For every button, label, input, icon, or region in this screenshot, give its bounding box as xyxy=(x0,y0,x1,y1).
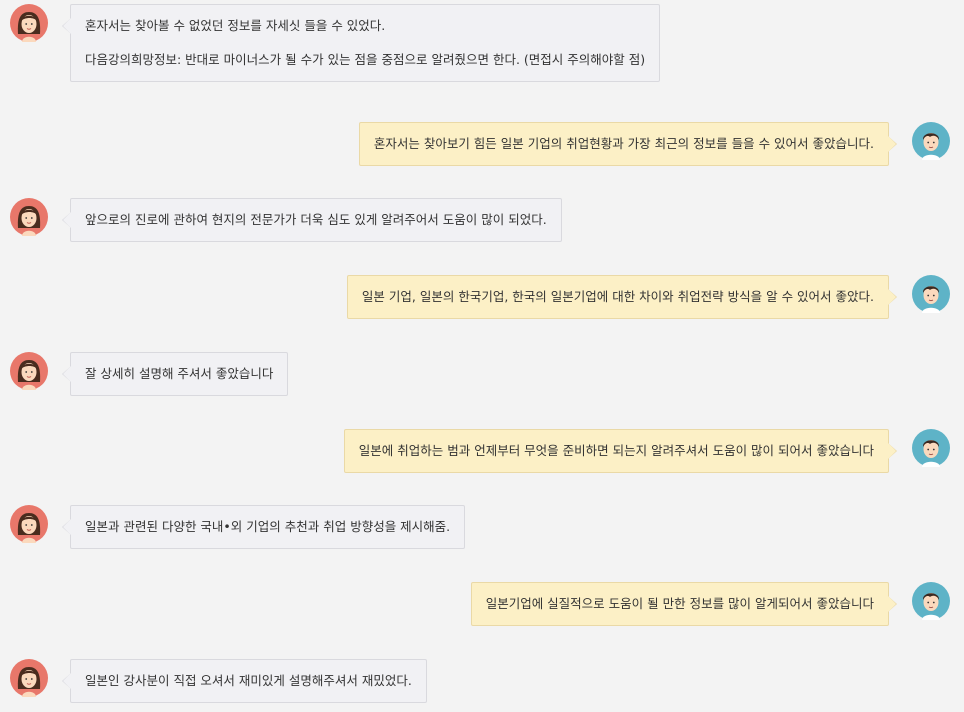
male-avatar-icon xyxy=(912,582,950,620)
message-text: 일본과 관련된 다양한 국내•외 기업의 추천과 취업 방향성을 제시해줌. xyxy=(85,519,451,534)
message-text: 일본 기업, 일본의 한국기업, 한국의 일본기업에 대한 차이와 취업전략 방… xyxy=(361,289,874,304)
message-bubble: 일본 기업, 일본의 한국기업, 한국의 일본기업에 대한 차이와 취업전략 방… xyxy=(346,275,898,319)
message-text: 앞으로의 진로에 관하여 현지의 전문가가 더욱 심도 있게 알려주어서 도움이… xyxy=(85,212,547,227)
message-bubble: 잘 상세히 설명해 주셔서 좋았습니다 xyxy=(61,352,289,396)
message-text: 일본인 강사분이 직접 오셔서 재미있게 설명해주셔서 재밌었다. xyxy=(85,673,412,688)
female-avatar-icon xyxy=(10,198,48,236)
female-avatar-icon xyxy=(10,352,48,390)
message-bubble: 앞으로의 진로에 관하여 현지의 전문가가 더욱 심도 있게 알려주어서 도움이… xyxy=(62,198,562,242)
female-avatar-icon xyxy=(10,505,48,543)
message-text: 혼자서는 찾아보기 힘든 일본 기업의 취업현황과 가장 최근의 정보를 들을 … xyxy=(373,136,874,151)
message-text: 일본에 취업하는 범과 언제부터 무엇을 준비하면 되는지 알려주셔서 도움이 … xyxy=(358,443,874,458)
message-text: 일본기업에 실질적으로 도움이 될 만한 정보를 많이 알게되어서 좋았습니다 xyxy=(485,596,874,611)
message-bubble: 혼자서는 찾아볼 수 없었던 정보를 자세싯 들을 수 있었다. 다음강의희망정… xyxy=(61,4,661,82)
male-avatar-icon xyxy=(912,429,950,467)
message-bubble: 일본기업에 실질적으로 도움이 될 만한 정보를 많이 알게되어서 좋았습니다 xyxy=(470,582,898,626)
message-bubble: 혼자서는 찾아보기 힘든 일본 기업의 취업현황과 가장 최근의 정보를 들을 … xyxy=(358,122,898,166)
message-bubble: 일본과 관련된 다양한 국내•외 기업의 추천과 취업 방향성을 제시해줌. xyxy=(61,505,466,549)
message-text: 잘 상세히 설명해 주셔서 좋았습니다 xyxy=(85,366,274,381)
male-avatar-icon xyxy=(912,122,950,160)
female-avatar-icon xyxy=(10,4,48,42)
message-bubble: 일본에 취업하는 범과 언제부터 무엇을 준비하면 되는지 알려주셔서 도움이 … xyxy=(343,429,898,473)
message-text: 혼자서는 찾아볼 수 없었던 정보를 자세싯 들을 수 있었다. xyxy=(85,18,386,33)
message-bubble: 일본인 강사분이 직접 오셔서 재미있게 설명해주셔서 재밌었다. xyxy=(62,659,427,703)
message-text: 다음강의희망정보: 반대로 마이너스가 될 수가 있는 점을 중점으로 알려줬으… xyxy=(85,52,646,67)
female-avatar-icon xyxy=(10,659,48,697)
male-avatar-icon xyxy=(912,275,950,313)
